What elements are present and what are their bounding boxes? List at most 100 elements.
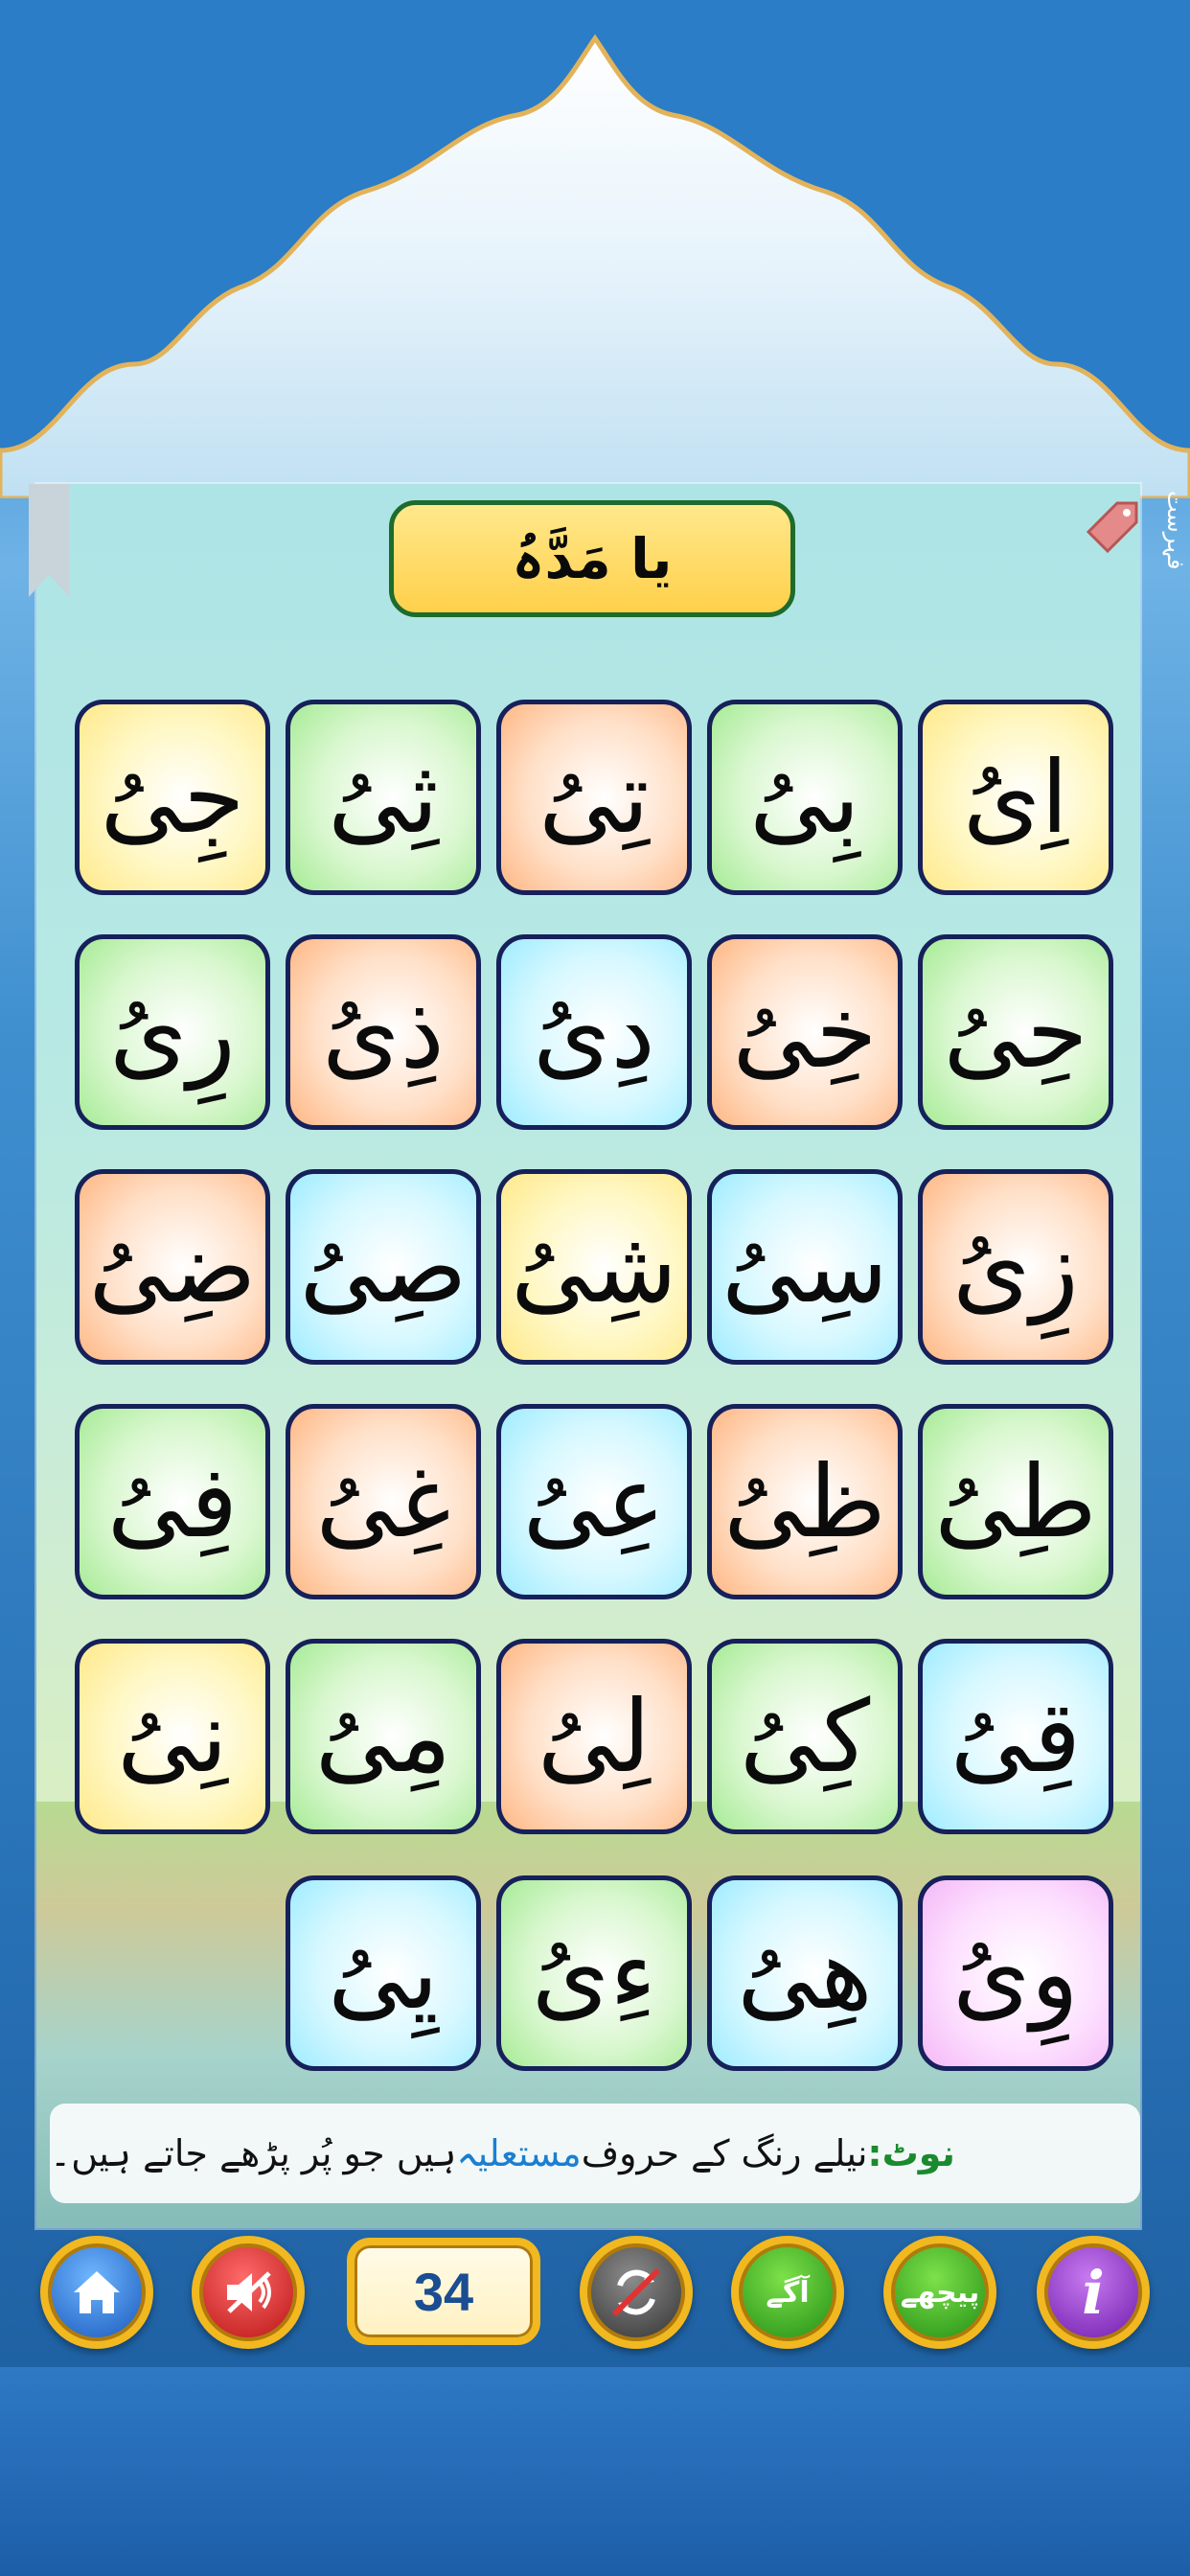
letter-char: ی <box>299 1208 383 1325</box>
letter-char: ھ <box>819 1915 873 2032</box>
letter-char: ظ <box>806 1443 886 1560</box>
letter-tile[interactable]: مِیُ <box>286 1639 481 1834</box>
home-icon <box>74 2271 120 2313</box>
letter-char: ی <box>732 974 816 1091</box>
letter-char: ط <box>1017 1443 1097 1560</box>
note-text-after: ہیں جو پُر پڑھے جاتے ہیں۔ <box>50 2132 457 2174</box>
letter-tile[interactable]: اِیُ <box>918 700 1113 895</box>
letter-tile[interactable]: صِیُ <box>286 1169 481 1365</box>
mute-icon <box>227 2271 271 2313</box>
letter-char: ی <box>100 739 184 856</box>
letter-tile[interactable]: ضِیُ <box>75 1169 270 1365</box>
letter-glyph: قِیُ <box>950 1687 1081 1786</box>
home-button[interactable] <box>40 2236 153 2349</box>
letter-tile[interactable]: طِیُ <box>918 1404 1113 1599</box>
letter-tile[interactable]: نِیُ <box>75 1639 270 1834</box>
letter-tile[interactable]: وِیُ <box>918 1875 1113 2071</box>
letter-tile[interactable]: فِیُ <box>75 1404 270 1599</box>
letter-tile[interactable]: لِیُ <box>496 1639 692 1834</box>
letter-char: ک <box>822 1678 871 1795</box>
letter-glyph: حِیُ <box>944 982 1088 1082</box>
letter-char: ت <box>621 739 650 856</box>
letter-char: ی <box>721 1208 805 1325</box>
letter-char: م <box>398 1678 452 1795</box>
info-button[interactable]: i <box>1037 2236 1150 2349</box>
letter-glyph: ظِیُ <box>723 1452 885 1552</box>
letter-char: ذ <box>400 974 445 1091</box>
letter-tile[interactable]: حِیُ <box>918 934 1113 1130</box>
letter-tile[interactable]: سِیُ <box>707 1169 903 1365</box>
letter-tile[interactable]: شِیُ <box>496 1169 692 1365</box>
letter-char: ن <box>199 1678 228 1795</box>
letter-char: ی <box>322 974 400 1091</box>
letter-tile[interactable]: جِیُ <box>75 700 270 895</box>
letter-char: ی <box>106 1443 191 1560</box>
repeat-button[interactable] <box>580 2236 693 2349</box>
letter-char: ی <box>962 739 1041 856</box>
letter-char: ی <box>739 1678 823 1795</box>
letter-tile[interactable]: عِیُ <box>496 1404 692 1599</box>
letter-char: ی <box>315 1443 400 1560</box>
letter-glyph: فِیُ <box>107 1452 238 1552</box>
letter-glyph: جِیُ <box>101 748 245 847</box>
letter-char: ی <box>531 1915 610 2032</box>
letter-tile[interactable]: ثِیُ <box>286 700 481 895</box>
index-label[interactable]: فہرست <box>1145 491 1189 596</box>
note-label: نوٹ: <box>867 2132 955 2174</box>
letter-char: ع <box>606 1443 666 1560</box>
letter-tile[interactable]: زِیُ <box>918 1169 1113 1365</box>
letter-char: ی <box>117 1678 200 1795</box>
letter-glyph: تِیُ <box>538 748 650 847</box>
letter-tile[interactable]: کِیُ <box>707 1639 903 1834</box>
letter-char: ش <box>593 1208 677 1325</box>
letter-tile[interactable]: تِیُ <box>496 700 692 895</box>
letter-char: ء <box>609 1915 657 2032</box>
letter-tile[interactable]: دِیُ <box>496 934 692 1130</box>
mute-button[interactable] <box>192 2236 305 2349</box>
previous-button[interactable]: پیچھے <box>883 2236 996 2349</box>
letter-glyph: کِیُ <box>740 1687 870 1786</box>
letter-glyph: رِیُ <box>109 982 236 1082</box>
letter-char: ز <box>1030 1208 1079 1325</box>
letter-tile[interactable]: ذِیُ <box>286 934 481 1130</box>
bottom-background <box>0 2367 1190 2576</box>
letter-glyph: مِیُ <box>315 1687 451 1786</box>
letter-char: ی <box>109 974 188 1091</box>
letter-tile[interactable]: ظِیُ <box>707 1404 903 1599</box>
letter-char: ی <box>943 974 1027 1091</box>
letter-char: ی <box>328 739 411 856</box>
letter-tile[interactable]: بِیُ <box>707 700 903 895</box>
letter-char: ر <box>187 974 236 1091</box>
letter-char: ی <box>538 739 622 856</box>
letter-char: ب <box>832 739 860 856</box>
letter-char: ی <box>314 1678 399 1795</box>
letter-char: ق <box>1033 1678 1082 1795</box>
letter-char: ی <box>952 1915 1031 2032</box>
letter-glyph: ذِیُ <box>322 982 445 1082</box>
letter-char: ی <box>950 1678 1034 1795</box>
next-button[interactable]: آگے <box>731 2236 844 2349</box>
letter-char: ی <box>537 1678 621 1795</box>
letter-tile[interactable]: خِیُ <box>707 934 903 1130</box>
letter-char: ی <box>88 1208 172 1325</box>
letter-glyph: خِیُ <box>733 982 878 1082</box>
letter-char: ی <box>952 1208 1031 1325</box>
letter-char: ی <box>934 1443 1018 1560</box>
letter-tile[interactable]: رِیُ <box>75 934 270 1130</box>
tag-icon[interactable] <box>1079 494 1142 557</box>
letter-char: ا <box>1041 739 1069 856</box>
letter-glyph: ضِیُ <box>89 1217 257 1317</box>
letter-glyph: زِیُ <box>952 1217 1079 1317</box>
letter-tile[interactable]: قِیُ <box>918 1639 1113 1834</box>
letter-char: ل <box>620 1678 652 1795</box>
letter-char: ی <box>410 1915 439 2032</box>
letter-tile[interactable]: یِیُ <box>286 1875 481 2071</box>
letter-char: و <box>1030 1915 1079 2032</box>
letter-tile[interactable]: ھِیُ <box>707 1875 903 2071</box>
letter-glyph: ءِیُ <box>532 1923 656 2023</box>
letter-tile[interactable]: ءِیُ <box>496 1875 692 2071</box>
letter-tile[interactable]: غِیُ <box>286 1404 481 1599</box>
letter-char: ی <box>522 1443 606 1560</box>
letter-glyph: ھِیُ <box>737 1923 873 2023</box>
letter-char: ف <box>190 1443 239 1560</box>
